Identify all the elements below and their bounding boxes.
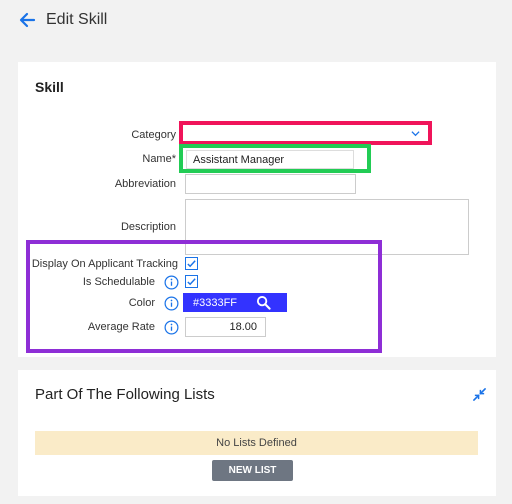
color-label: Color (128, 297, 155, 309)
chevron-down-icon (411, 131, 420, 137)
new-list-button[interactable]: NEW LIST (212, 460, 293, 481)
checkmark-icon (187, 260, 196, 268)
display-applicant-checkbox[interactable] (185, 257, 198, 270)
abbreviation-input[interactable] (185, 174, 356, 194)
search-icon (256, 295, 271, 310)
schedulable-label: Is Schedulable (82, 276, 155, 288)
skill-card-title: Skill (35, 79, 64, 95)
info-icon[interactable] (164, 320, 179, 335)
color-picker-button[interactable]: #3333FF (183, 293, 287, 312)
checkmark-icon (187, 278, 196, 286)
lists-card: Part Of The Following Lists No Lists Def… (18, 370, 496, 496)
color-value: #3333FF (193, 296, 238, 309)
category-select[interactable] (183, 125, 428, 141)
description-label: Description (120, 221, 176, 233)
page-header: Edit Skill (18, 8, 107, 32)
page-title: Edit Skill (46, 11, 108, 28)
back-arrow-icon[interactable] (18, 11, 36, 29)
name-input[interactable]: Assistant Manager (186, 150, 354, 169)
average-rate-input[interactable]: 18.00 (185, 317, 266, 337)
collapse-icon[interactable] (473, 388, 486, 401)
abbreviation-label: Abbreviation (114, 178, 176, 190)
description-textarea[interactable] (185, 199, 469, 255)
lists-card-title: Part Of The Following Lists (35, 386, 215, 403)
info-icon[interactable] (164, 275, 179, 290)
name-label: Name* (142, 153, 176, 165)
display-applicant-label: Display On Applicant Tracking (31, 258, 178, 270)
info-icon[interactable] (164, 296, 179, 311)
category-label: Category (131, 129, 176, 141)
average-rate-label: Average Rate (87, 321, 155, 333)
schedulable-checkbox[interactable] (185, 275, 198, 288)
empty-lists-message: No Lists Defined (35, 431, 478, 455)
